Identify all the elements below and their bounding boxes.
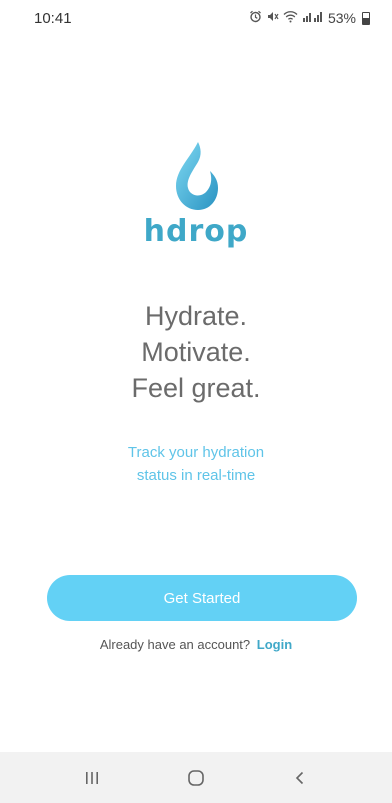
brand-name: hdrop: [143, 214, 249, 249]
subtitle-line-2: status in real-time: [136, 467, 256, 484]
recent-apps-icon: [86, 771, 98, 784]
get-started-button[interactable]: Get Started: [47, 575, 357, 621]
mute-icon: [266, 10, 279, 26]
recent-apps-button[interactable]: [72, 758, 112, 798]
water-drop-icon: [176, 142, 218, 210]
wifi-icon: [283, 10, 298, 26]
status-bar: 10:41 53%: [0, 0, 392, 36]
subtitle-line-1: Track your hydration: [127, 444, 265, 461]
signal-icon: [302, 10, 324, 26]
app-logo: hdrop: [0, 140, 392, 249]
back-icon: [295, 771, 304, 784]
alarm-icon: [249, 10, 262, 26]
navigation-bar: [0, 752, 392, 803]
login-link[interactable]: Login: [257, 637, 292, 652]
status-time: 10:41: [34, 9, 72, 27]
battery-icon: [362, 11, 370, 25]
login-prompt-text: Already have an account?: [99, 637, 251, 652]
back-button[interactable]: [280, 758, 320, 798]
headline-line-1: Hydrate.: [144, 301, 248, 331]
welcome-screen: 10:41 53% hdrop Hydrate. Motivate. Feel …: [0, 0, 392, 803]
home-button[interactable]: [176, 758, 216, 798]
status-icons: 53%: [249, 10, 370, 26]
headline-line-3: Feel great.: [131, 373, 261, 403]
home-icon: [188, 769, 204, 786]
headline: Hydrate. Motivate. Feel great.: [0, 298, 392, 406]
subtitle: Track your hydration status in real-time: [0, 441, 392, 487]
headline-line-2: Motivate.: [141, 337, 251, 367]
battery-percent: 53%: [327, 10, 356, 26]
login-prompt: Already have an account? Login: [0, 637, 392, 652]
